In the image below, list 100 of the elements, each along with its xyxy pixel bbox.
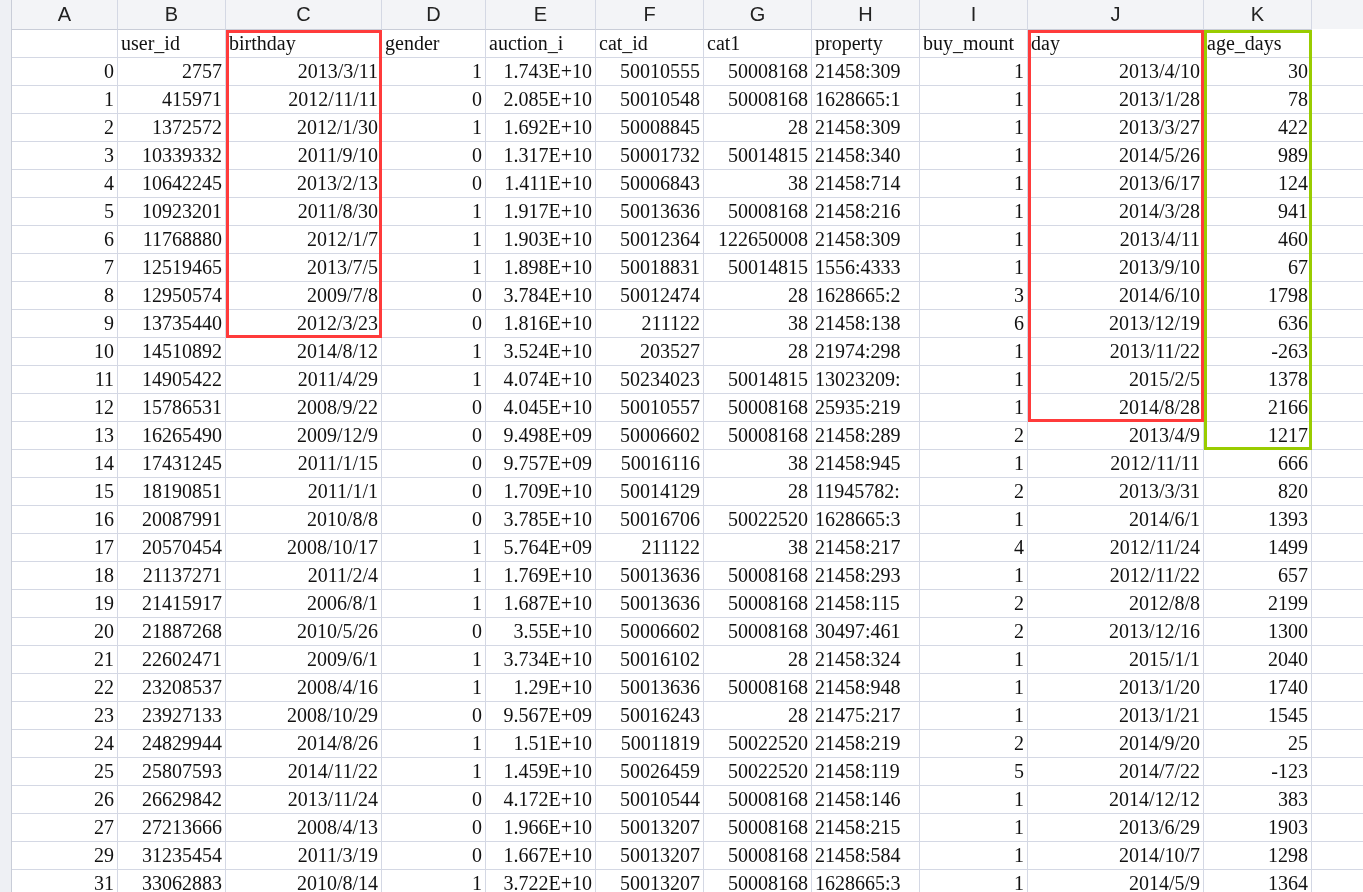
table-cell: 21458:309 <box>812 58 920 86</box>
table-cell: 29 <box>12 842 118 870</box>
table-cell: 23208537 <box>118 674 226 702</box>
column-header[interactable]: I <box>920 0 1028 30</box>
table-cell: 0 <box>382 814 486 842</box>
table-cell: 13 <box>12 422 118 450</box>
table-cell: -263 <box>1204 338 1312 366</box>
table-cell: 23927133 <box>118 702 226 730</box>
table-cell: 2010/8/14 <box>226 870 382 892</box>
table-cell: 1 <box>382 674 486 702</box>
table-cell: 1628665:3 <box>812 506 920 534</box>
table-cell: 6 <box>12 226 118 254</box>
table-cell: 2012/8/8 <box>1028 590 1204 618</box>
table-cell: 2015/1/1 <box>1028 646 1204 674</box>
table-cell: 2014/8/28 <box>1028 394 1204 422</box>
table-cell: 2011/3/19 <box>226 842 382 870</box>
table-cell: 2012/1/30 <box>226 114 382 142</box>
table-cell: -123 <box>1204 758 1312 786</box>
column-header[interactable]: J <box>1028 0 1204 30</box>
table-cell: 1 <box>382 730 486 758</box>
table-cell: 50014815 <box>704 142 812 170</box>
table-cell: 1.51E+10 <box>486 730 596 758</box>
table-cell: 25 <box>12 758 118 786</box>
column-header[interactable]: A <box>12 0 118 30</box>
table-cell: 1.29E+10 <box>486 674 596 702</box>
table-cell: 50012474 <box>596 282 704 310</box>
table-cell: 10339332 <box>118 142 226 170</box>
table-cell: 3.785E+10 <box>486 506 596 534</box>
table-cell: 50006602 <box>596 422 704 450</box>
column-header[interactable]: K <box>1204 0 1312 30</box>
table-cell: 16 <box>12 506 118 534</box>
table-cell: 8 <box>12 282 118 310</box>
table-cell: 14 <box>12 450 118 478</box>
table-cell: 38 <box>704 310 812 338</box>
table-cell: 9 <box>12 310 118 338</box>
column-header[interactable]: C <box>226 0 382 30</box>
table-cell: 2013/7/5 <box>226 254 382 282</box>
table-cell: 1 <box>920 562 1028 590</box>
column-header[interactable]: G <box>704 0 812 30</box>
table-cell: 1 <box>382 114 486 142</box>
table-cell: 21458:945 <box>812 450 920 478</box>
table-cell: 50008845 <box>596 114 704 142</box>
table-cell: 21137271 <box>118 562 226 590</box>
table-cell: 17 <box>12 534 118 562</box>
table-cell: 50016102 <box>596 646 704 674</box>
table-cell: 1798 <box>1204 282 1312 310</box>
table-cell: 1.903E+10 <box>486 226 596 254</box>
table-cell: 2015/2/5 <box>1028 366 1204 394</box>
table-cell: 3.784E+10 <box>486 282 596 310</box>
table-cell: 1.966E+10 <box>486 814 596 842</box>
table-cell: 30 <box>1204 58 1312 86</box>
table-cell: 2014/5/9 <box>1028 870 1204 892</box>
table-cell: 50010548 <box>596 86 704 114</box>
table-cell: 9.498E+09 <box>486 422 596 450</box>
column-header[interactable]: F <box>596 0 704 30</box>
table-cell: 19 <box>12 590 118 618</box>
table-cell: 50022520 <box>704 730 812 758</box>
table-cell: 21458:138 <box>812 310 920 338</box>
table-cell: 21458:309 <box>812 226 920 254</box>
table-cell: 12519465 <box>118 254 226 282</box>
table-cell: 28 <box>704 646 812 674</box>
table-cell: 50008168 <box>704 814 812 842</box>
table-cell: 0 <box>382 702 486 730</box>
table-cell: 666 <box>1204 450 1312 478</box>
table-cell: 2014/5/26 <box>1028 142 1204 170</box>
table-cell: 27213666 <box>118 814 226 842</box>
table-cell: 14510892 <box>118 338 226 366</box>
table-cell: 21458:584 <box>812 842 920 870</box>
table-cell: 0 <box>382 618 486 646</box>
table-cell: 1 <box>920 702 1028 730</box>
table-cell: 50018831 <box>596 254 704 282</box>
table-cell: 989 <box>1204 142 1312 170</box>
table-cell: 24 <box>12 730 118 758</box>
table-cell: 1 <box>382 758 486 786</box>
column-header[interactable]: B <box>118 0 226 30</box>
table-cell: 2012/11/24 <box>1028 534 1204 562</box>
table-cell: 2012/11/11 <box>1028 450 1204 478</box>
table-cell: 9.567E+09 <box>486 702 596 730</box>
table-cell: 211122 <box>596 534 704 562</box>
table-cell: 50008168 <box>704 618 812 646</box>
table-cell: 1 <box>382 254 486 282</box>
table-cell: 50006843 <box>596 170 704 198</box>
table-cell: 2 <box>920 730 1028 758</box>
table-cell: 2013/3/27 <box>1028 114 1204 142</box>
table-cell: 2008/4/13 <box>226 814 382 842</box>
table-cell: 67 <box>1204 254 1312 282</box>
table-cell: 1 <box>920 338 1028 366</box>
table-cell: 1.816E+10 <box>486 310 596 338</box>
column-header[interactable]: D <box>382 0 486 30</box>
column-header[interactable]: H <box>812 0 920 30</box>
table-cell: 1903 <box>1204 814 1312 842</box>
table-cell: 50016116 <box>596 450 704 478</box>
table-cell: 50008168 <box>704 562 812 590</box>
table-cell: 21458:324 <box>812 646 920 674</box>
table-cell: 31235454 <box>118 842 226 870</box>
column-header[interactable]: E <box>486 0 596 30</box>
table-cell: 1 <box>382 870 486 892</box>
table-cell: 25807593 <box>118 758 226 786</box>
table-cell: 2 <box>920 478 1028 506</box>
table-cell: 50013636 <box>596 198 704 226</box>
